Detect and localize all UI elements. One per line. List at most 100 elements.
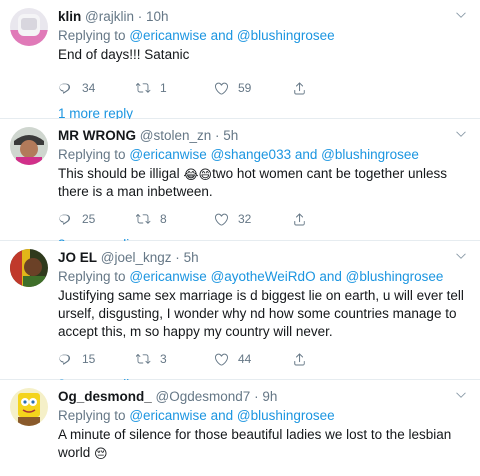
replying-to-label: Replying to	[58, 408, 126, 423]
separator: ·	[175, 250, 180, 265]
avatar[interactable]	[10, 127, 48, 165]
tweet-header: Og_desmond_ @Ogdesmond7 · 9h	[58, 388, 468, 406]
tweet[interactable]: MR WRONG @stolen_zn · 5h Replying to @er…	[0, 119, 480, 252]
tweet-header: MR WRONG @stolen_zn · 5h	[58, 127, 468, 145]
separator: ·	[215, 128, 220, 143]
chevron-down-icon[interactable]	[454, 249, 468, 263]
reply-button[interactable]: 25	[58, 212, 136, 227]
author-handle[interactable]: @rajklin	[85, 9, 134, 24]
replying-to: Replying to @ericanwise @ayotheWeiRdO an…	[58, 268, 468, 286]
reply-count: 34	[82, 81, 96, 95]
like-button[interactable]: 44	[214, 352, 292, 367]
mention-link[interactable]: @ericanwise	[129, 269, 206, 284]
reply-icon	[58, 352, 73, 367]
mention-link[interactable]: @ericanwise	[129, 147, 206, 162]
replying-to: Replying to @ericanwise and @blushingros…	[58, 27, 468, 45]
mention-link[interactable]: @blushingrosee	[237, 408, 335, 423]
replying-to: Replying to @ericanwise @shange033 and @…	[58, 146, 468, 164]
avatar[interactable]	[10, 388, 48, 426]
mention-link[interactable]: @blushingrosee	[237, 28, 335, 43]
author-name[interactable]: Og_desmond_	[58, 389, 152, 404]
author-name[interactable]: MR WRONG	[58, 128, 136, 143]
reply-button[interactable]: 15	[58, 352, 136, 367]
retweet-icon	[136, 212, 151, 227]
tweet-header: JO EL @joel_kngz · 5h	[58, 249, 468, 267]
retweet-button[interactable]: 8	[136, 212, 214, 227]
share-icon	[292, 352, 307, 367]
mention-link[interactable]: and	[211, 408, 234, 423]
mention-link[interactable]: and	[211, 28, 234, 43]
like-count: 44	[238, 352, 252, 366]
tweet-text: A minute of silence for those beautiful …	[58, 426, 468, 462]
heart-icon	[214, 81, 229, 96]
emoji: 😂😄	[183, 167, 213, 182]
like-count: 59	[238, 81, 252, 95]
timestamp[interactable]: 10h	[146, 9, 169, 24]
like-button[interactable]: 32	[214, 212, 292, 227]
avatar[interactable]	[10, 8, 48, 46]
replying-to-label: Replying to	[58, 28, 126, 43]
timestamp[interactable]: 5h	[223, 128, 238, 143]
share-button[interactable]	[292, 212, 316, 227]
chevron-down-icon[interactable]	[454, 8, 468, 22]
timestamp[interactable]: 5h	[184, 250, 199, 265]
replying-to: Replying to @ericanwise and @blushingros…	[58, 407, 468, 425]
retweet-count: 3	[160, 352, 167, 366]
chevron-down-icon[interactable]	[454, 127, 468, 141]
author-name[interactable]: JO EL	[58, 250, 97, 265]
timestamp[interactable]: 9h	[262, 389, 277, 404]
reply-icon	[58, 81, 73, 96]
retweet-count: 1	[160, 81, 167, 95]
share-button[interactable]	[292, 81, 316, 96]
tweet-actions: 34 1 59	[58, 74, 468, 102]
mention-link[interactable]: @ericanwise	[129, 408, 206, 423]
tweet-text: Justifying same sex marriage is d bigges…	[58, 288, 464, 339]
like-button[interactable]: 59	[214, 81, 292, 96]
tweet-text: End of days!!! Satanic	[58, 47, 190, 62]
tweet[interactable]: JO EL @joel_kngz · 5h Replying to @erica…	[0, 241, 480, 392]
like-count: 32	[238, 212, 252, 226]
author-name[interactable]: klin	[58, 9, 81, 24]
tweet-text-part: A minute of silence for those beautiful …	[58, 427, 452, 460]
reply-count: 25	[82, 212, 96, 226]
share-icon	[292, 81, 307, 96]
reply-button[interactable]: 34	[58, 81, 136, 96]
mention-link[interactable]: @shange033	[211, 147, 292, 162]
tweet-actions: 15 3 44	[58, 345, 468, 373]
avatar[interactable]	[10, 249, 48, 287]
reply-feed: klin @rajklin · 10h Replying to @ericanw…	[0, 0, 480, 476]
emoji: 😔	[94, 446, 108, 461]
retweet-icon	[136, 352, 151, 367]
retweet-icon	[136, 81, 151, 96]
mention-link[interactable]: @blushingrosee	[321, 147, 419, 162]
separator: ·	[254, 389, 259, 404]
tweet-actions: 39 19 300	[58, 468, 468, 476]
share-icon	[292, 212, 307, 227]
author-handle[interactable]: @stolen_zn	[140, 128, 212, 143]
tweet[interactable]: Og_desmond_ @Ogdesmond7 · 9h Replying to…	[0, 380, 480, 476]
tweet-text: This should be illigal 😂😄two hot women c…	[58, 165, 468, 201]
share-button[interactable]	[292, 352, 316, 367]
author-handle[interactable]: @joel_kngz	[101, 250, 172, 265]
tweet[interactable]: klin @rajklin · 10h Replying to @ericanw…	[0, 0, 480, 121]
heart-icon	[214, 212, 229, 227]
author-handle[interactable]: @Ogdesmond7	[156, 389, 251, 404]
mention-link[interactable]: and	[295, 147, 318, 162]
replying-to-label: Replying to	[58, 269, 126, 284]
separator: ·	[137, 9, 143, 24]
replying-to-label: Replying to	[58, 147, 126, 162]
mention-link[interactable]: @blushingrosee	[346, 269, 444, 284]
reply-count: 15	[82, 352, 96, 366]
reply-icon	[58, 212, 73, 227]
mention-link[interactable]: and	[319, 269, 342, 284]
tweet-header: klin @rajklin · 10h	[58, 8, 468, 26]
tweet-actions: 25 8 32	[58, 205, 468, 233]
mention-link[interactable]: @ericanwise	[129, 28, 206, 43]
retweet-count: 8	[160, 212, 167, 226]
retweet-button[interactable]: 1	[136, 81, 214, 96]
chevron-down-icon[interactable]	[454, 388, 468, 402]
retweet-button[interactable]: 3	[136, 352, 214, 367]
tweet-text-part: This should be illigal	[58, 166, 184, 181]
mention-link[interactable]: @ayotheWeiRdO	[211, 269, 316, 284]
heart-icon	[214, 352, 229, 367]
